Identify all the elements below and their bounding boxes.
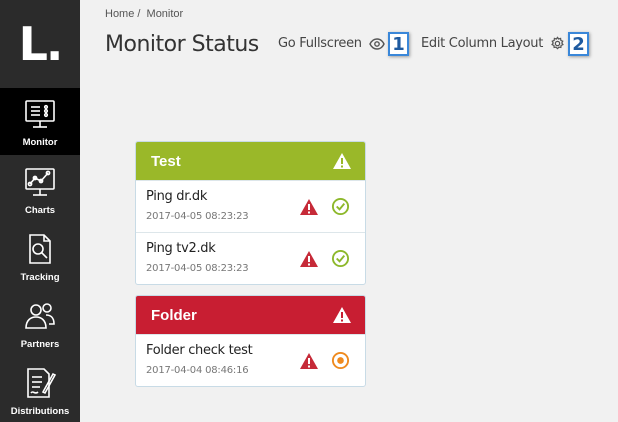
sidebar-item-tracking[interactable]: Tracking bbox=[0, 223, 80, 290]
partners-icon bbox=[25, 303, 55, 329]
warning-icon bbox=[333, 307, 351, 323]
callout-1: 1 bbox=[388, 32, 409, 56]
warning-icon bbox=[300, 352, 318, 369]
sidebar-item-charts[interactable]: Charts bbox=[0, 156, 80, 223]
breadcrumb-home[interactable]: Home / bbox=[105, 8, 140, 20]
monitor-row[interactable]: Ping tv2.dk 2017-04-05 08:23:23 bbox=[136, 232, 365, 284]
go-fullscreen-button[interactable]: Go Fullscreen bbox=[278, 36, 385, 51]
sidebar-item-monitor[interactable]: Monitor bbox=[0, 88, 80, 155]
group-title: Test bbox=[151, 152, 181, 170]
monitor-group-folder: Folder Folder check test 2017-04-04 08:4… bbox=[135, 295, 366, 387]
sidebar-item-partners[interactable]: Partners bbox=[0, 290, 80, 357]
eye-icon bbox=[368, 37, 385, 50]
sidebar-item-label: Partners bbox=[20, 339, 60, 350]
sidebar: L. Monitor Charts Tracking Partners Dist… bbox=[0, 0, 80, 422]
distributions-icon bbox=[27, 368, 57, 398]
monitor-icon bbox=[25, 100, 55, 128]
edit-column-layout-button[interactable]: Edit Column Layout bbox=[421, 36, 565, 51]
sidebar-item-label: Monitor bbox=[22, 137, 58, 148]
sidebar-item-label: Charts bbox=[24, 205, 56, 216]
sidebar-item-distributions[interactable]: Distributions bbox=[0, 357, 80, 422]
sidebar-item-label: Tracking bbox=[20, 272, 60, 283]
group-header-folder[interactable]: Folder bbox=[136, 296, 365, 334]
app: L. Monitor Charts Tracking Partners Dist… bbox=[0, 0, 618, 422]
tracking-icon bbox=[29, 234, 51, 264]
edit-column-layout-label: Edit Column Layout bbox=[421, 36, 544, 51]
warning-icon bbox=[300, 250, 318, 267]
sidebar-item-label: Distributions bbox=[10, 406, 70, 417]
breadcrumb-current: Monitor bbox=[146, 8, 184, 20]
monitor-row[interactable]: Ping dr.dk 2017-04-05 08:23:23 bbox=[136, 180, 365, 232]
logo[interactable]: L. bbox=[0, 0, 80, 88]
pending-circle-icon bbox=[331, 351, 350, 370]
callout-2: 2 bbox=[568, 32, 589, 56]
warning-icon bbox=[333, 153, 351, 169]
page-title: Monitor Status bbox=[105, 32, 259, 57]
monitor-row[interactable]: Folder check test 2017-04-04 08:46:16 bbox=[136, 334, 365, 386]
monitor-group-test: Test Ping dr.dk 2017-04-05 08:23:23 Ping… bbox=[135, 141, 366, 285]
logo-text: L. bbox=[18, 17, 64, 71]
group-title: Folder bbox=[151, 306, 197, 324]
group-header-test[interactable]: Test bbox=[136, 142, 365, 180]
gear-icon bbox=[551, 36, 564, 50]
check-circle-icon bbox=[331, 197, 350, 216]
check-circle-icon bbox=[331, 249, 350, 268]
breadcrumb: Home / Monitor bbox=[105, 8, 186, 20]
chart-icon bbox=[25, 168, 55, 196]
go-fullscreen-label: Go Fullscreen bbox=[278, 36, 362, 51]
warning-icon bbox=[300, 198, 318, 215]
